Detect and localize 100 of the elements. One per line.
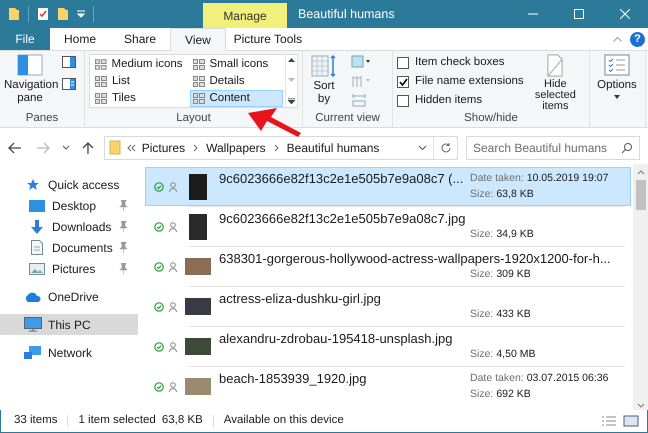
view-layout-icon — [192, 93, 204, 104]
large-icons-view-icon[interactable] — [623, 415, 639, 427]
file-row[interactable]: beach-1853939_1920.jpg Date taken: 03.07.2015 06:36 Size: 692 KB — [145, 367, 631, 406]
cloud-icon — [24, 291, 42, 302]
pin-icon[interactable] — [119, 221, 128, 232]
window-title: Beautiful humans — [297, 6, 396, 23]
group-by-icon[interactable] — [351, 55, 371, 69]
file-row[interactable]: 9c6023666e82f13c2e1e505b7e9a08c7 (... Date taken: 10.05.2019 19:07 Size: 63,8 KB — [145, 167, 631, 206]
folder-icon[interactable] — [8, 7, 20, 21]
details-pane-icon[interactable] — [62, 78, 76, 90]
up-arrow-icon[interactable] — [82, 140, 94, 154]
file-detail: Size: 692 KB — [470, 387, 532, 402]
sort-by-button[interactable]: Sort by — [307, 54, 341, 106]
group-label: Current view — [314, 111, 381, 126]
sidebar-item[interactable]: Network — [0, 342, 138, 363]
file-detail: Size: 63,8 KB — [470, 187, 535, 202]
photo-placeholder — [185, 298, 211, 315]
chevron-right-icon[interactable] — [193, 144, 198, 152]
scroll-down-icon[interactable] — [636, 403, 644, 408]
sidebar-item[interactable]: Documents — [0, 237, 138, 258]
scroll-down-icon — [288, 78, 295, 82]
checkbox[interactable]: File name extensions — [397, 73, 524, 90]
breadcrumb-item[interactable]: Wallpapers — [206, 138, 266, 156]
person-icon — [169, 342, 177, 352]
dropdown-icon[interactable] — [77, 10, 85, 18]
new-folder-icon[interactable] — [57, 7, 69, 21]
file-detail: Size: 433 KB — [470, 307, 532, 322]
file-row[interactable]: actress-eliza-dushku-girl.jpg Size: 433 KB — [145, 287, 631, 326]
sidebar-item[interactable]: Desktop — [0, 195, 138, 216]
file-detail: Size: 34,9 KB — [470, 227, 535, 242]
pin-icon[interactable] — [119, 242, 128, 253]
desktop-icon — [28, 200, 46, 212]
sidebar-item[interactable]: This PC — [0, 314, 138, 335]
layout-option[interactable]: Medium icons — [92, 56, 186, 73]
picture-icon — [28, 262, 46, 274]
pin-icon[interactable] — [119, 263, 128, 274]
selection-count: 1 item selected — [78, 413, 156, 428]
checkbox[interactable]: Hidden items — [397, 92, 524, 109]
refresh-icon[interactable] — [440, 142, 452, 154]
network-icon — [24, 346, 42, 360]
file-row[interactable]: alexandru-zdrobau-195418-unsplash.jpg Size: 4,50 MB — [145, 327, 631, 366]
group-label: Layout — [175, 111, 212, 126]
ribbon-tab[interactable]: File — [0, 28, 50, 50]
details-view-icon[interactable] — [601, 415, 617, 427]
navigation-pane-button[interactable]: Navigation pane — [4, 54, 56, 105]
chevron-down-icon[interactable] — [418, 144, 427, 150]
check-circle-icon — [154, 182, 164, 192]
layout-option[interactable]: List — [92, 73, 186, 90]
file-name: alexandru-zdrobau-195418-unsplash.jpg — [219, 330, 454, 348]
ribbon-tab[interactable]: Home — [50, 28, 110, 50]
person-icon — [169, 182, 177, 192]
scrollbar-thumb[interactable] — [636, 180, 646, 210]
double-chevron-icon[interactable] — [126, 144, 136, 152]
search-icon[interactable] — [620, 142, 633, 154]
layout-option[interactable]: Content — [190, 90, 283, 107]
file-name: beach-1853939_1920.jpg — [219, 370, 368, 388]
photo-placeholder — [185, 258, 211, 275]
expand-icon[interactable] — [288, 98, 295, 104]
options-button[interactable]: Options — [594, 54, 640, 99]
ribbon-tab[interactable]: Share — [110, 28, 170, 50]
file-name: 9c6023666e82f13c2e1e505b7e9a08c7.jpg — [219, 210, 467, 228]
view-layout-icon — [192, 59, 204, 70]
scroll-up-icon[interactable] — [288, 58, 295, 62]
sidebar-item[interactable]: Downloads — [0, 216, 138, 237]
collapse-ribbon-icon[interactable] — [613, 36, 622, 42]
ribbon-tab[interactable]: View — [170, 28, 226, 51]
file-row[interactable]: 9c6023666e82f13c2e1e505b7e9a08c7.jpg Size: 34,9 KB — [145, 207, 631, 246]
breadcrumb-item[interactable]: Beautiful humans — [286, 138, 380, 156]
sidebar-item[interactable]: Quick access — [0, 174, 138, 195]
view-layout-icon — [95, 59, 107, 70]
photo-placeholder — [189, 174, 207, 200]
properties-icon[interactable] — [37, 7, 49, 21]
options-icon — [604, 54, 630, 76]
file-detail: Date taken: 03.07.2015 06:36 — [470, 370, 610, 386]
chevron-down-icon[interactable] — [62, 144, 70, 150]
download-arrow-icon — [28, 220, 46, 234]
address-bar[interactable]: Pictures Wallpapers Beautiful humans — [104, 136, 458, 160]
layout-option[interactable]: Small icons — [190, 56, 283, 73]
file-row[interactable]: 638301-gorgerous-hollywood-actress-wallpapers-1920x1200-for-h... Size: 309 KB — [145, 247, 631, 286]
file-name: 9c6023666e82f13c2e1e505b7e9a08c7 (... — [219, 170, 464, 188]
preview-pane-icon[interactable] — [62, 56, 76, 68]
item-count: 33 items — [14, 413, 58, 428]
hide-selected-items-button[interactable]: Hide selected items — [526, 54, 585, 112]
check-circle-icon — [154, 262, 164, 272]
sidebar-item[interactable]: Pictures — [0, 258, 138, 279]
chevron-right-icon[interactable] — [274, 144, 279, 152]
back-arrow-icon[interactable] — [8, 142, 22, 154]
layout-option[interactable]: Details — [190, 73, 283, 90]
checkbox[interactable]: Item check boxes — [397, 54, 524, 71]
close-icon — [620, 9, 630, 19]
ribbon-tab[interactable]: Picture Tools — [226, 28, 310, 50]
sidebar-item[interactable]: OneDrive — [0, 286, 138, 307]
breadcrumb-item[interactable]: Pictures — [142, 138, 186, 156]
layout-option[interactable]: Tiles — [92, 90, 186, 107]
pin-icon[interactable] — [119, 200, 128, 211]
group-label: Panes — [24, 111, 60, 126]
help-button[interactable]: ? — [630, 32, 645, 46]
search-field[interactable]: Search Beautiful humans — [466, 136, 640, 160]
scrollbar[interactable] — [633, 164, 648, 410]
computer-icon — [24, 317, 42, 332]
